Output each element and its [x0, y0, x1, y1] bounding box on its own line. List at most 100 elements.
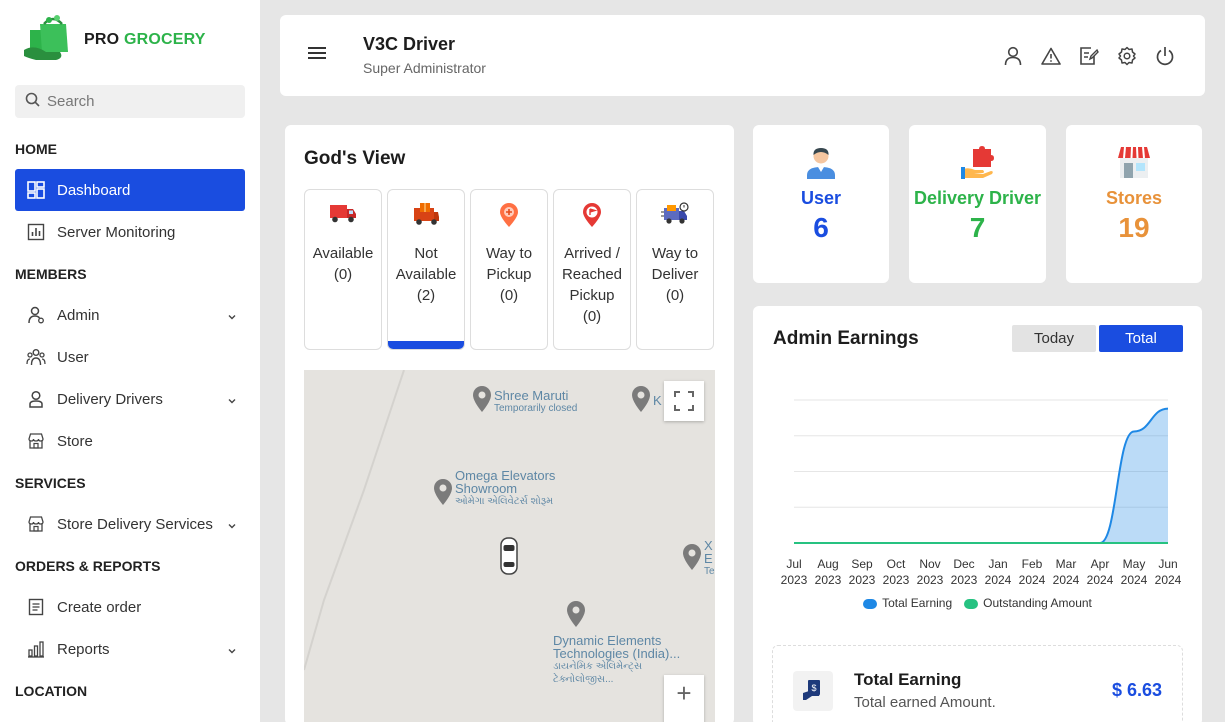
map-label-x[interactable]: X E Te	[704, 539, 715, 578]
sidebar-item-store[interactable]: Store	[15, 420, 245, 462]
x-tick-label: Nov	[919, 557, 940, 571]
sidebar-item-store-delivery-services[interactable]: Store Delivery Services	[15, 503, 245, 545]
admin-icon	[26, 305, 46, 325]
card-stores[interactable]: Stores 19	[1066, 125, 1202, 283]
sidebar-item-delivery-drivers[interactable]: Delivery Drivers	[15, 378, 245, 420]
section-members: MEMBERS	[15, 266, 87, 282]
x-tick-label: Aug	[817, 557, 838, 571]
card-value: 19	[1118, 212, 1150, 243]
order-icon	[26, 597, 46, 617]
total-earning-sub: Total earned Amount.	[854, 694, 996, 711]
toggle-today-button[interactable]: Today	[1012, 325, 1096, 352]
x-tick-label: 2024	[985, 573, 1012, 587]
car-icon[interactable]	[499, 537, 519, 580]
status-available[interactable]: Available (0)	[304, 189, 382, 350]
map-label-name: Shree Maruti	[494, 388, 569, 403]
profile-icon[interactable]	[1003, 45, 1023, 67]
truck-icon	[305, 202, 381, 226]
map-label-omega-elevators[interactable]: Omega Elevators Showroom ઓમેગા એલિવેટર્સ…	[455, 469, 575, 508]
x-tick-label: Sep	[851, 557, 873, 571]
power-icon[interactable]	[1155, 45, 1175, 67]
edit-note-icon[interactable]	[1079, 45, 1099, 67]
legend-swatch	[863, 598, 878, 609]
map-pin-icon[interactable]	[631, 385, 651, 418]
map-label-name: X E	[704, 538, 713, 566]
card-delivery-driver[interactable]: Delivery Driver 7	[909, 125, 1046, 283]
card-user[interactable]: User 6	[753, 125, 889, 283]
chart-icon	[26, 222, 46, 242]
map-view[interactable]: Shree Maruti Temporarily closed K Omega …	[304, 370, 715, 722]
brand-part2: GROCERY	[123, 31, 206, 48]
selected-indicator	[388, 341, 464, 349]
map-label-sub: ઓમેગા એલિવેટર્સ શોરૂમ	[455, 496, 554, 507]
status-way-to-deliver[interactable]: Way to Deliver (0)	[636, 189, 714, 350]
logo[interactable]: PRO GROCERY	[22, 14, 206, 66]
sidebar-item-user[interactable]: User	[15, 336, 245, 378]
toggle-total-button[interactable]: Total	[1099, 325, 1183, 352]
search-input[interactable]	[47, 93, 237, 110]
map-pin-icon[interactable]	[682, 543, 702, 576]
x-tick-label: Jul	[786, 557, 801, 571]
map-pin-icon[interactable]	[472, 385, 492, 418]
grocery-bag-icon	[22, 14, 78, 66]
section-orders-reports: ORDERS & REPORTS	[15, 558, 161, 574]
legend-item[interactable]: Total Earning	[863, 596, 952, 610]
chevron-down-icon	[227, 309, 237, 326]
sidebar-item-server-monitoring[interactable]: Server Monitoring	[15, 211, 245, 253]
status-count: (0)	[333, 266, 353, 283]
page-title: V3C Driver	[363, 34, 456, 54]
status-count: (0)	[499, 287, 519, 304]
chevron-down-icon	[227, 518, 237, 535]
legend-item[interactable]: Outstanding Amount	[964, 596, 1092, 610]
zoom-in-button[interactable]: +	[664, 675, 704, 722]
map-pin-icon[interactable]	[433, 478, 453, 511]
sidebar-item-create-order[interactable]: Create order	[15, 586, 245, 628]
sidebar-item-admin[interactable]: Admin	[15, 294, 245, 336]
status-label: Way to Deliver	[651, 245, 699, 283]
menu-toggle-icon[interactable]	[308, 47, 326, 62]
section-services: SERVICES	[15, 475, 86, 491]
fullscreen-button[interactable]	[664, 381, 704, 421]
x-tick-label: 2023	[849, 573, 876, 587]
sidebar-item-label: Reports	[57, 640, 110, 658]
warning-icon[interactable]	[1041, 45, 1061, 67]
x-tick-label: 2023	[917, 573, 944, 587]
status-way-to-pickup[interactable]: Way to Pickup (0)	[470, 189, 548, 350]
sidebar-item-dashboard[interactable]: Dashboard	[15, 169, 245, 211]
x-tick-label: 2024	[1155, 573, 1182, 587]
x-tick-label: Dec	[953, 557, 974, 571]
settings-icon[interactable]	[1117, 45, 1137, 67]
fullscreen-icon	[674, 391, 694, 411]
x-tick-label: 2024	[1053, 573, 1080, 587]
status-arrived-pickup[interactable]: Arrived / Reached Pickup (0)	[553, 189, 631, 350]
chevron-down-icon	[227, 393, 237, 410]
x-tick-label: 2024	[1019, 573, 1046, 587]
status-not-available[interactable]: Not Available (2)	[387, 189, 465, 350]
brand-part1: PRO	[84, 31, 120, 48]
delivery-truck-icon	[637, 202, 713, 226]
map-label-k[interactable]: K	[653, 394, 662, 407]
x-tick-label: Jun	[1158, 557, 1177, 571]
map-label-name: Omega Elevators Showroom	[455, 468, 556, 496]
legend-swatch	[964, 598, 979, 609]
map-label-sub: Temporarily closed	[494, 403, 578, 414]
gods-view-panel: God's View Available (0) Not Available (…	[285, 125, 734, 722]
header-actions	[1003, 45, 1175, 67]
admin-earnings-panel: Admin Earnings Today Total Jul 2023 Aug 202…	[753, 306, 1202, 722]
sidebar-item-label: User	[57, 348, 89, 366]
map-pin-icon[interactable]	[566, 600, 586, 633]
top-header: V3C Driver Super Administrator	[280, 15, 1205, 96]
x-tick-label: 2024	[1087, 573, 1114, 587]
svg-text:$: $	[811, 683, 816, 693]
sidebar-item-reports[interactable]: Reports	[15, 628, 245, 670]
section-location: LOCATION	[15, 683, 88, 699]
status-label: Not Available	[395, 245, 457, 283]
search-box	[15, 85, 245, 118]
section-home: HOME	[15, 141, 57, 157]
page-subtitle: Super Administrator	[363, 60, 486, 76]
dashboard-icon	[26, 180, 46, 200]
sidebar-item-label: Delivery Drivers	[57, 390, 163, 408]
x-tick-label: May	[1123, 557, 1146, 571]
x-tick-label: 2023	[883, 573, 910, 587]
map-label-shree-maruti[interactable]: Shree Maruti Temporarily closed	[494, 389, 577, 415]
